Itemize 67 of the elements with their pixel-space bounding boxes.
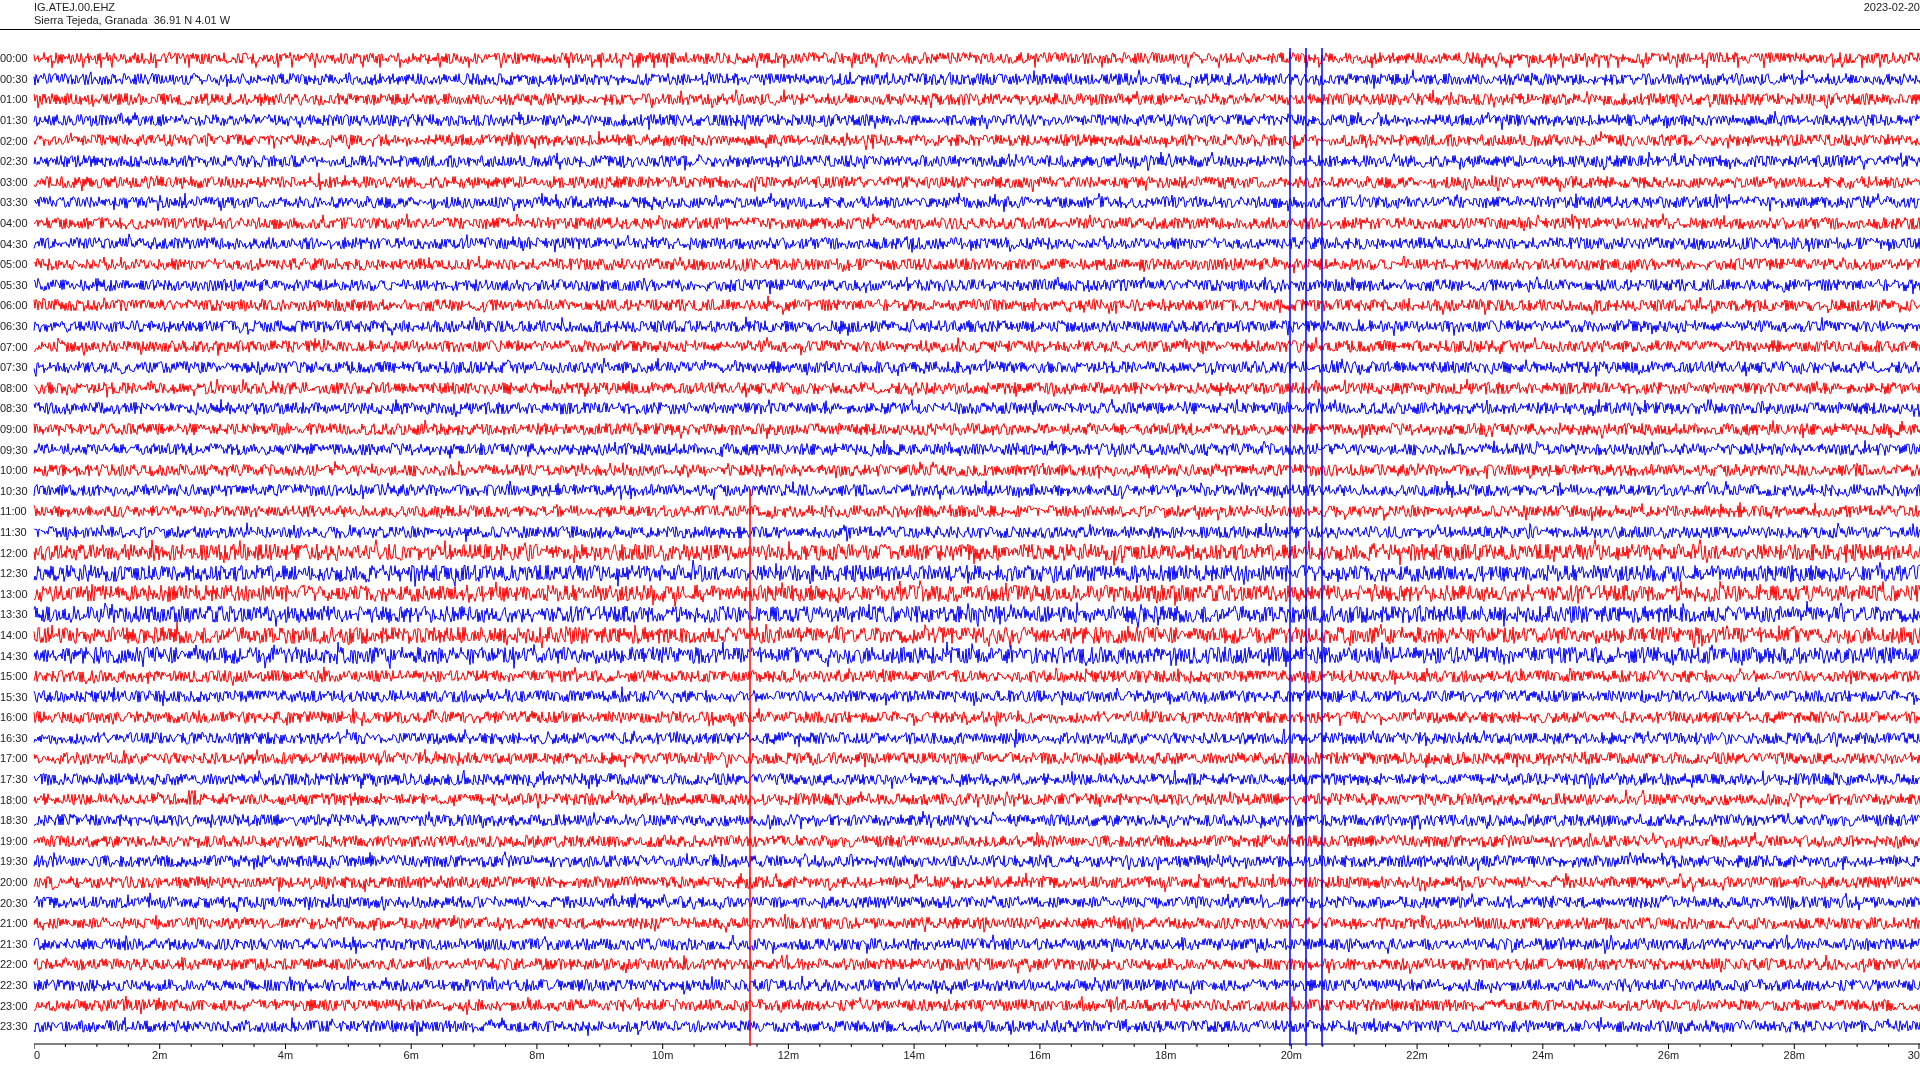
time-label: 07:30 — [0, 361, 29, 374]
time-label: 05:00 — [0, 258, 29, 271]
axis-tick-label: 4m — [277, 1048, 294, 1062]
time-label: 01:00 — [0, 93, 29, 106]
time-label: 21:00 — [0, 917, 29, 930]
time-label: 03:00 — [0, 175, 29, 188]
time-label: 09:30 — [0, 443, 29, 456]
station-code: IG.ATEJ.00.EHZ — [34, 1, 117, 14]
axis-tick-label: 22m — [1406, 1048, 1428, 1062]
time-label: 23:00 — [0, 999, 29, 1012]
time-label: 10:30 — [0, 484, 29, 497]
axis-tick-label: 8m — [529, 1048, 545, 1062]
time-label: 16:30 — [0, 731, 29, 744]
time-label: 23:30 — [0, 1020, 29, 1033]
time-label: 04:30 — [0, 237, 29, 250]
axis-tick-label: 24m — [1532, 1048, 1554, 1062]
time-label: 20:00 — [0, 876, 29, 889]
time-label: 18:30 — [0, 814, 29, 827]
axis-tick-label: 26m — [1657, 1048, 1680, 1062]
station-location: Sierra Tejeda, Granada 36.91 N 4.01 W — [34, 14, 231, 27]
axis-tick-label: 18m — [1154, 1048, 1177, 1062]
axis-tick-label: 16m — [1029, 1048, 1051, 1062]
axis-tick-label: 20m — [1280, 1048, 1303, 1062]
time-label: 12:30 — [0, 567, 29, 580]
axis-tick-label: 30 — [1907, 1048, 1920, 1062]
time-label: 00:30 — [0, 72, 29, 85]
time-label: 12:00 — [0, 546, 29, 559]
axis-tick-label: 12m — [777, 1048, 800, 1062]
time-label: 15:30 — [0, 690, 29, 703]
axis-tick-label: 28m — [1783, 1048, 1805, 1062]
time-label: 11:00 — [0, 505, 28, 518]
plot-date: 2023-02-20 — [1863, 0, 1920, 14]
time-label: 05:30 — [0, 278, 29, 291]
time-label: 17:30 — [0, 773, 29, 786]
time-label: 11:30 — [0, 525, 28, 538]
time-label: 08:00 — [0, 381, 29, 394]
time-label: 07:00 — [0, 340, 29, 353]
time-label: 00:00 — [0, 52, 29, 65]
time-label: 22:30 — [0, 979, 29, 991]
time-label: 02:30 — [0, 155, 29, 168]
time-label: 09:00 — [0, 423, 29, 435]
time-label: 18:00 — [0, 793, 29, 806]
time-label: 10:00 — [0, 464, 29, 477]
time-label: 20:30 — [0, 896, 29, 909]
time-label: 03:30 — [0, 196, 29, 209]
time-label: 16:00 — [0, 711, 29, 724]
time-label: 01:30 — [0, 114, 29, 127]
axis-tick-label: 6m — [403, 1048, 419, 1062]
time-label: 13:30 — [0, 608, 29, 621]
time-label: 22:00 — [0, 958, 29, 971]
time-label: 06:00 — [0, 299, 29, 312]
time-label: 17:00 — [0, 752, 29, 765]
axis-tick-label: 0 — [34, 1048, 41, 1062]
axis-tick-label: 2m — [152, 1048, 168, 1062]
time-label: 02:00 — [0, 134, 29, 147]
time-label: 04:00 — [0, 217, 29, 230]
time-label: 14:00 — [0, 628, 29, 641]
time-label: 19:00 — [0, 834, 29, 847]
time-label: 19:30 — [0, 855, 29, 868]
time-label: 14:30 — [0, 649, 29, 662]
time-label: 08:30 — [0, 402, 29, 415]
axis-tick-label: 14m — [903, 1048, 925, 1062]
time-label: 13:00 — [0, 587, 29, 600]
axis-tick-label: 10m — [651, 1048, 674, 1062]
time-label: 06:30 — [0, 320, 29, 332]
time-label: 15:00 — [0, 670, 29, 683]
time-label: 21:30 — [0, 937, 29, 950]
